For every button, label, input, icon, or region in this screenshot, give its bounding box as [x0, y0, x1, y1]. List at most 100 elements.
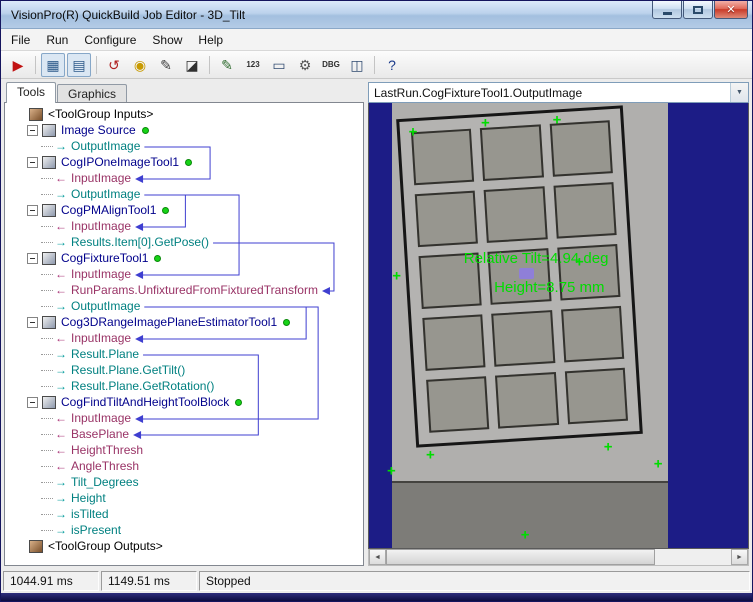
tree-node-heightthresh[interactable]: ←HeightThresh: [5, 442, 363, 458]
debug-button[interactable]: DBG: [319, 53, 343, 77]
maximize-icon: [693, 6, 703, 14]
horizontal-scrollbar[interactable]: ◄ ►: [368, 549, 749, 566]
stamp-button[interactable]: ◪: [180, 53, 204, 77]
maximize-button[interactable]: [683, 1, 713, 19]
tree-node-result-plane-gettilt[interactable]: →Result.Plane.GetTilt(): [5, 362, 363, 378]
expand-collapse-icon[interactable]: [27, 317, 38, 328]
tree-guide-line: [41, 306, 53, 307]
tree-node-baseplane[interactable]: ←BasePlane: [5, 426, 363, 442]
options-tools-button[interactable]: ⚙: [293, 53, 317, 77]
help-icon: ?: [388, 58, 396, 72]
layout-button[interactable]: ◫: [345, 53, 369, 77]
tree-node-cogfixturetool1[interactable]: CogFixtureTool1: [5, 250, 363, 266]
tab-graphics[interactable]: Graphics: [57, 84, 127, 103]
tree-node-inputimage[interactable]: ←InputImage: [5, 170, 363, 186]
expand-collapse-icon[interactable]: [27, 125, 38, 136]
tree-node-istilted[interactable]: →isTilted: [5, 506, 363, 522]
help-button[interactable]: ?: [380, 53, 404, 77]
run-status-dot: [142, 127, 149, 134]
tree-node-toolgroup-outputs[interactable]: <ToolGroup Outputs>: [5, 538, 363, 554]
show-image-displays-button[interactable]: ▦: [41, 53, 65, 77]
image-source-dropdown[interactable]: LastRun.CogFixtureTool1.OutputImage ▼: [368, 82, 749, 103]
tree-node-cogfindtiltandheighttoolblock[interactable]: CogFindTiltAndHeightToolBlock: [5, 394, 363, 410]
tree-node-label: InputImage: [71, 411, 131, 425]
feature-cross-marker: +: [604, 440, 613, 455]
scroll-right-button[interactable]: ►: [731, 549, 748, 565]
menu-item-help[interactable]: Help: [190, 30, 231, 50]
tree-node-inputimage[interactable]: ←InputImage: [5, 330, 363, 346]
tree-node-label: Result.Plane.GetTilt(): [71, 363, 185, 377]
toolblock-icon: [42, 396, 56, 409]
display-monitor-button[interactable]: ▭: [267, 53, 291, 77]
window-frame-bottom: [1, 593, 752, 601]
edit-job-icon: ✎: [221, 58, 233, 72]
tab-tools[interactable]: Tools: [6, 82, 56, 103]
run-job-icon: ▶: [13, 58, 24, 72]
dropdown-arrow-icon[interactable]: ▼: [730, 83, 748, 102]
menu-item-configure[interactable]: Configure: [76, 30, 144, 50]
tree-guide-line: [41, 338, 53, 339]
expand-collapse-icon[interactable]: [27, 397, 38, 408]
tree-guide-line: [41, 146, 53, 147]
tree-node-cog3drangeimageplaneestimatortool1[interactable]: Cog3DRangeImagePlaneEstimatorTool1: [5, 314, 363, 330]
tree-node-inputimage[interactable]: ←InputImage: [5, 266, 363, 282]
display-monitor-icon: ▭: [272, 58, 285, 72]
range-image-pocket: [422, 314, 485, 371]
tree-node-results-item-0-getpose[interactable]: →Results.Item[0].GetPose(): [5, 234, 363, 250]
tree-node-outputimage[interactable]: →OutputImage: [5, 186, 363, 202]
show-tool-displays-button[interactable]: ▤: [67, 53, 91, 77]
tree-node-label: Result.Plane.GetRotation(): [71, 379, 214, 393]
close-icon: ✕: [726, 3, 735, 16]
expand-collapse-icon[interactable]: [27, 205, 38, 216]
run-job-button[interactable]: ▶: [6, 53, 30, 77]
menu-item-run[interactable]: Run: [38, 30, 76, 50]
tree-node-height[interactable]: →Height: [5, 490, 363, 506]
scroll-left-button[interactable]: ◄: [369, 549, 386, 565]
close-button[interactable]: ✕: [714, 1, 748, 19]
tree-guide-line: [41, 530, 53, 531]
tree-guide-line: [41, 514, 53, 515]
tree-node-result-plane-getrotation[interactable]: →Result.Plane.GetRotation(): [5, 378, 363, 394]
panel-tabs: ToolsGraphics: [4, 82, 364, 103]
tree-node-image-source[interactable]: Image Source: [5, 122, 363, 138]
feature-cross-marker: +: [553, 112, 562, 127]
toolbar-separator: [35, 56, 36, 74]
pen-edit-button[interactable]: ✎: [154, 53, 178, 77]
expand-collapse-icon[interactable]: [27, 253, 38, 264]
run-continuous-button[interactable]: ◉: [128, 53, 152, 77]
tree-node-runparams-unfixturedfromfixturedtransform[interactable]: ←RunParams.UnfixturedFromFixturedTransfo…: [5, 282, 363, 298]
tree-node-label: <ToolGroup Outputs>: [48, 539, 163, 553]
scroll-track[interactable]: [386, 549, 731, 565]
tree-node-anglethresh[interactable]: ←AngleThresh: [5, 458, 363, 474]
menu-item-show[interactable]: Show: [144, 30, 190, 50]
scroll-thumb[interactable]: [386, 549, 655, 565]
tree-guide-line: [41, 290, 53, 291]
tree-node-toolgroup-inputs[interactable]: <ToolGroup Inputs>: [5, 106, 363, 122]
tree-node-inputimage[interactable]: ←InputImage: [5, 410, 363, 426]
tree-node-outputimage[interactable]: →OutputImage: [5, 138, 363, 154]
feature-cross-marker: +: [426, 448, 435, 463]
minimize-button[interactable]: [652, 1, 682, 19]
reset-job-button[interactable]: ↺: [102, 53, 126, 77]
tree-node-cogiponeimagetool1[interactable]: CogIPOneImageTool1: [5, 154, 363, 170]
output-terminal-icon: →: [55, 476, 67, 488]
run-status-dot: [235, 399, 242, 406]
tree-node-result-plane[interactable]: →Result.Plane: [5, 346, 363, 362]
tree-node-cogpmaligntool1[interactable]: CogPMAlignTool1: [5, 202, 363, 218]
tree-node-label: CogFindTiltAndHeightToolBlock: [61, 395, 229, 409]
expand-collapse-icon[interactable]: [27, 157, 38, 168]
tree-node-label: Image Source: [61, 123, 136, 137]
feature-cross-marker: +: [409, 124, 418, 139]
tree-node-inputimage[interactable]: ←InputImage: [5, 218, 363, 234]
menu-item-file[interactable]: File: [3, 30, 38, 50]
tree-node-ispresent[interactable]: →isPresent: [5, 522, 363, 538]
image-display[interactable]: Relative Tilt=4.94 deg Height=8.75 mm ++…: [368, 103, 749, 549]
tree-node-tilt-degrees[interactable]: →Tilt_Degrees: [5, 474, 363, 490]
pen-edit-icon: ✎: [160, 58, 172, 72]
edit-job-button[interactable]: ✎: [215, 53, 239, 77]
tool-tree: <ToolGroup Inputs>Image Source→OutputIma…: [5, 103, 363, 565]
posted-values-button[interactable]: 123: [241, 53, 265, 77]
tree-node-label: isPresent: [71, 523, 121, 537]
height-result-overlay: Height=8.75 mm: [494, 279, 604, 296]
tree-node-outputimage[interactable]: →OutputImage: [5, 298, 363, 314]
